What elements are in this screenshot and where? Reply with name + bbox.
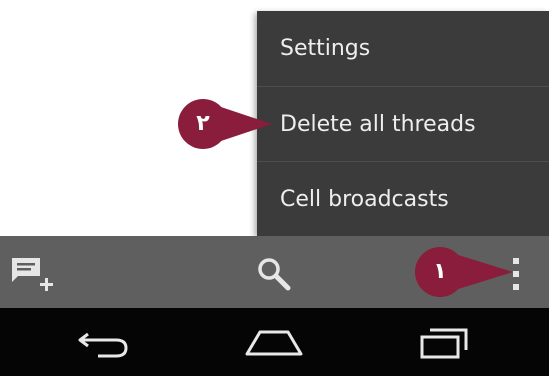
search-icon[interactable] [254, 254, 294, 294]
menu-item-delete-all-threads[interactable]: Delete all threads [257, 86, 549, 161]
recent-apps-icon[interactable] [414, 322, 474, 362]
back-icon[interactable] [74, 326, 134, 362]
overflow-menu: Settings Delete all threads Cell broadca… [257, 11, 549, 236]
navigation-bar [0, 308, 549, 376]
callout-2-number: ٢ [196, 111, 210, 136]
new-message-icon[interactable] [10, 254, 60, 294]
callout-1-number: ١ [433, 259, 447, 284]
home-icon[interactable] [242, 324, 306, 362]
menu-item-settings[interactable]: Settings [257, 11, 549, 86]
menu-item-cell-broadcasts[interactable]: Cell broadcasts [257, 161, 549, 236]
